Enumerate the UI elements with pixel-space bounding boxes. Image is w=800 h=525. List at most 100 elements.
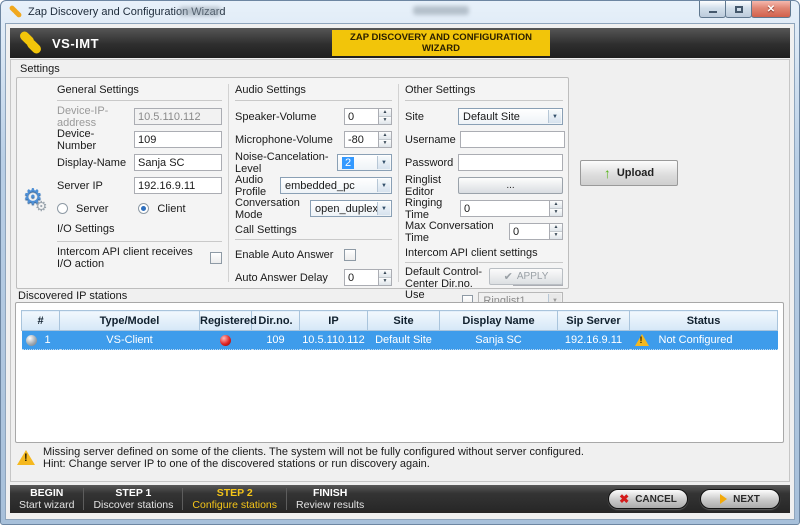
col-ip[interactable]: IP bbox=[300, 311, 368, 331]
minimize-icon bbox=[709, 11, 717, 13]
maximize-button[interactable] bbox=[725, 1, 752, 18]
step-1-discover[interactable]: STEP 1 Discover stations bbox=[84, 487, 182, 511]
cell-ip: 10.5.110.112 bbox=[300, 331, 368, 350]
io-settings-gears-icon[interactable]: ⚙⚙ bbox=[23, 184, 57, 220]
window-titlebar[interactable]: Zap Discovery and Configuration Wizard ✕ bbox=[1, 1, 799, 23]
chevron-down-icon: ▼ bbox=[548, 110, 561, 123]
ringing-time-field[interactable] bbox=[460, 200, 549, 217]
maximize-icon bbox=[735, 6, 743, 13]
io-settings-label[interactable]: I/O Settings bbox=[57, 223, 222, 235]
step-begin[interactable]: BEGIN Start wizard bbox=[10, 487, 83, 511]
step-2-configure[interactable]: STEP 2 Configure stations bbox=[183, 487, 286, 511]
intercom-api-settings-title: Intercom API client settings bbox=[405, 247, 563, 263]
display-name-label: Display-Name bbox=[57, 157, 134, 169]
speaker-volume-label: Speaker-Volume bbox=[235, 111, 344, 123]
general-settings-column: General Settings Device-IP-address Devic… bbox=[17, 78, 228, 288]
auto-answer-delay-field[interactable] bbox=[344, 269, 378, 286]
warning-icon bbox=[17, 450, 35, 465]
display-name-field[interactable] bbox=[134, 154, 222, 171]
cancel-button[interactable]: ✖ CANCEL bbox=[608, 489, 688, 509]
max-conversation-time-stepper[interactable]: ▲▼ bbox=[509, 223, 563, 240]
col-registered[interactable]: Registered bbox=[200, 311, 252, 331]
auto-answer-delay-label: Auto Answer Delay bbox=[235, 272, 344, 284]
spinner-arrows-icon[interactable]: ▲▼ bbox=[378, 131, 392, 148]
audio-profile-select[interactable]: embedded_pc ▼ bbox=[280, 177, 392, 194]
device-number-label: Device-Number bbox=[57, 128, 134, 152]
next-button[interactable]: NEXT bbox=[700, 489, 780, 509]
cell-display-name: Sanja SC bbox=[440, 331, 558, 350]
client-radio-label: Client bbox=[157, 203, 185, 215]
general-settings-title: General Settings bbox=[57, 84, 222, 101]
noise-cancelation-select[interactable]: 2 ▼ bbox=[337, 154, 392, 171]
col-sip-server[interactable]: Sip Server bbox=[558, 311, 630, 331]
microphone-volume-stepper[interactable]: ▲▼ bbox=[344, 131, 392, 148]
client-radio[interactable] bbox=[138, 203, 149, 214]
step-finish[interactable]: FINISH Review results bbox=[287, 487, 373, 511]
station-sphere-icon bbox=[26, 335, 37, 346]
enable-auto-answer-checkbox[interactable] bbox=[344, 249, 356, 261]
table-header-row: # Type/Model Registered Dir.no. IP Site … bbox=[22, 311, 778, 331]
device-ip-field bbox=[134, 108, 222, 125]
row-number: 1 bbox=[45, 334, 51, 346]
warning-message: Missing server defined on some of the cl… bbox=[17, 446, 781, 470]
close-icon: ✕ bbox=[767, 4, 775, 15]
max-conversation-time-field[interactable] bbox=[509, 223, 549, 240]
intercom-api-checkbox[interactable] bbox=[210, 252, 222, 264]
stations-group-label: Discovered IP stations bbox=[18, 290, 127, 302]
minimize-button[interactable] bbox=[699, 1, 726, 18]
table-row[interactable]: 1 VS-Client 109 10.5.110.112 Default Sit… bbox=[22, 331, 778, 350]
microphone-volume-field[interactable] bbox=[344, 131, 378, 148]
spinner-arrows-icon[interactable]: ▲▼ bbox=[549, 223, 563, 240]
other-settings-title: Other Settings bbox=[405, 84, 563, 101]
audio-settings-title: Audio Settings bbox=[235, 84, 392, 101]
ringing-time-stepper[interactable]: ▲▼ bbox=[460, 200, 563, 217]
col-status[interactable]: Status bbox=[630, 311, 778, 331]
cell-type-model: VS-Client bbox=[60, 331, 200, 350]
brand-name: VS-IMT bbox=[52, 36, 99, 51]
col-type-model[interactable]: Type/Model bbox=[60, 311, 200, 331]
password-field[interactable] bbox=[458, 154, 563, 171]
stations-table: # Type/Model Registered Dir.no. IP Site … bbox=[21, 310, 778, 350]
col-site[interactable]: Site bbox=[368, 311, 440, 331]
enable-auto-answer-label: Enable Auto Answer bbox=[235, 249, 344, 261]
device-number-field[interactable] bbox=[134, 131, 222, 148]
warning-icon bbox=[635, 334, 649, 346]
separator bbox=[57, 241, 222, 242]
username-field[interactable] bbox=[460, 131, 565, 148]
stations-panel: # Type/Model Registered Dir.no. IP Site … bbox=[15, 302, 784, 443]
call-settings-title: Call Settings bbox=[235, 224, 392, 240]
conversation-mode-select[interactable]: open_duplex ▼ bbox=[310, 200, 392, 217]
server-ip-field[interactable] bbox=[134, 177, 222, 194]
ringlist-editor-button[interactable]: ... bbox=[458, 177, 563, 194]
audio-settings-column: Audio Settings Speaker-Volume ▲▼ Microph… bbox=[229, 78, 398, 288]
auto-answer-delay-stepper[interactable]: ▲▼ bbox=[344, 269, 392, 286]
spinner-arrows-icon[interactable]: ▲▼ bbox=[549, 200, 563, 217]
server-radio-label: Server bbox=[76, 203, 108, 215]
wizard-banner: ZAP DISCOVERY AND CONFIGURATION WIZARD bbox=[332, 30, 550, 56]
upload-button[interactable]: ↑ Upload bbox=[580, 160, 678, 186]
warning-line-2: Hint: Change server IP to one of the dis… bbox=[43, 458, 584, 470]
col-display-name[interactable]: Display Name bbox=[440, 311, 558, 331]
close-button[interactable]: ✕ bbox=[751, 1, 791, 18]
username-label: Username bbox=[405, 134, 460, 146]
app-icon bbox=[9, 5, 23, 19]
spinner-arrows-icon[interactable]: ▲▼ bbox=[378, 108, 392, 125]
spinner-arrows-icon[interactable]: ▲▼ bbox=[378, 269, 392, 286]
speaker-volume-stepper[interactable]: ▲▼ bbox=[344, 108, 392, 125]
window-controls: ✕ bbox=[700, 1, 791, 18]
site-select[interactable]: Default Site ▼ bbox=[458, 108, 563, 125]
server-radio[interactable] bbox=[57, 203, 68, 214]
col-num[interactable]: # bbox=[22, 311, 60, 331]
check-icon: ✔ bbox=[504, 270, 513, 283]
site-label: Site bbox=[405, 111, 458, 123]
col-dirno[interactable]: Dir.no. bbox=[252, 311, 300, 331]
conversation-mode-label: Conversation Mode bbox=[235, 197, 310, 221]
cell-sip-server: 192.16.9.11 bbox=[558, 331, 630, 350]
window-client-area: VS-IMT ZAP DISCOVERY AND CONFIGURATION W… bbox=[5, 23, 795, 520]
app-header: VS-IMT ZAP DISCOVERY AND CONFIGURATION W… bbox=[10, 28, 790, 58]
upload-arrow-icon: ↑ bbox=[604, 166, 611, 180]
speaker-volume-field[interactable] bbox=[344, 108, 378, 125]
wizard-nav-bar: BEGIN Start wizard STEP 1 Discover stati… bbox=[10, 485, 790, 513]
settings-group-label: Settings bbox=[20, 63, 60, 75]
next-arrow-icon bbox=[720, 494, 727, 504]
